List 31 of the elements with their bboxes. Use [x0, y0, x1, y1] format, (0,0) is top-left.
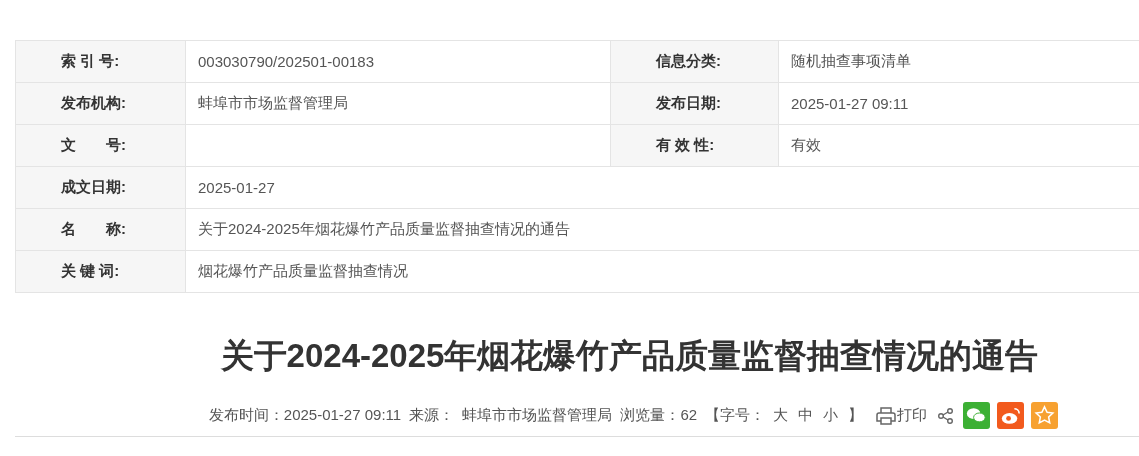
bracket-text: 】 — [848, 406, 864, 425]
font-size-link[interactable]: 中 — [798, 406, 814, 425]
field-value: 有效 — [791, 136, 821, 155]
field-label: 发布机构: — [15, 83, 185, 124]
field-label: 名 称: — [15, 209, 185, 250]
field-label: 文 号: — [15, 125, 185, 166]
share-icon[interactable] — [937, 406, 956, 425]
field-value: 2025-01-27 09:11 — [791, 95, 909, 112]
font-size-link[interactable]: 大 — [773, 406, 789, 425]
field-value: 003030790/202501-00183 — [198, 53, 374, 70]
printer-icon[interactable] — [875, 405, 898, 426]
field-value: 关于2024-2025年烟花爆竹产品质量监督抽查情况的通告 — [198, 220, 570, 239]
font-size-label: 【字号： — [705, 406, 766, 425]
field-label: 发布日期: — [610, 83, 778, 124]
field-label: 关 键 词: — [15, 251, 185, 292]
field-label: 信息分类: — [610, 41, 778, 82]
field-value: 2025-01-27 — [198, 179, 275, 196]
meta-text: 来源： 蚌埠市市场监督管理局 — [409, 406, 613, 425]
eye-logo-icon[interactable] — [997, 402, 1025, 429]
print-link[interactable]: 打印 — [897, 406, 928, 425]
meta-text: 浏览量：62 — [620, 406, 698, 425]
chat-bubbles-icon[interactable] — [963, 402, 991, 429]
meta-text: 发布时间：2025-01-27 09:11 — [208, 406, 402, 425]
field-label: 有 效 性: — [610, 125, 778, 166]
field-label: 成文日期: — [15, 167, 185, 208]
font-size-link[interactable]: 小 — [823, 406, 839, 425]
field-label: 索 引 号: — [15, 41, 185, 82]
field-value: 随机抽查事项清单 — [791, 52, 911, 71]
article-title: 关于2024-2025年烟花爆竹产品质量监督抽查情况的通告 — [219, 336, 1040, 376]
field-value: 蚌埠市市场监督管理局 — [198, 94, 348, 113]
field-value: 烟花爆竹产品质量监督抽查情况 — [198, 262, 408, 281]
